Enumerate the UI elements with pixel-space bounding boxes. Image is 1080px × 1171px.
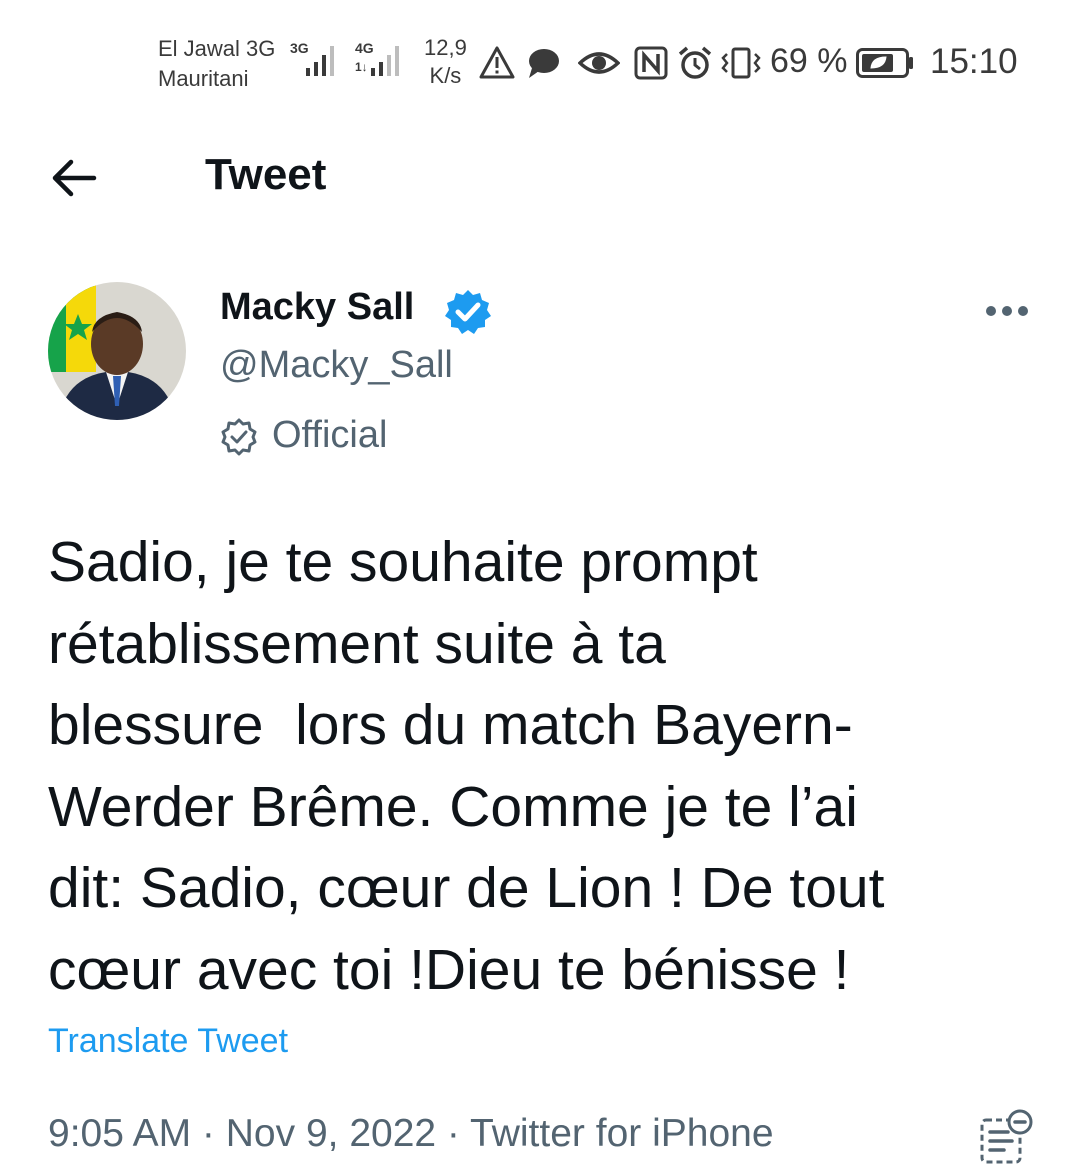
vibrate-icon <box>721 47 761 79</box>
official-label: Official <box>272 414 388 456</box>
tweet-time: 9:05 AM <box>48 1112 192 1155</box>
official-label-icon <box>221 418 257 456</box>
back-button[interactable] <box>44 150 104 206</box>
more-dots-icon <box>986 306 1028 316</box>
battery-percent: 69 % <box>770 42 848 80</box>
carrier-info: El Jawal 3G Mauritani <box>158 34 275 94</box>
tweet-date: Nov 9, 2022 <box>225 1112 437 1155</box>
nfc-icon <box>634 46 668 80</box>
eye-icon <box>578 52 620 74</box>
carrier-name: El Jawal 3G <box>158 36 276 61</box>
avatar-photo <box>48 282 186 420</box>
tweet-metadata: 9:05 AM · Nov 9, 2022 · Twitter for iPho… <box>48 1112 774 1156</box>
tweet-detail-screen: El Jawal 3G Mauritani 3G 4G 1↓ 12,9 K/s … <box>0 0 1080 1171</box>
arrow-left-icon <box>52 159 97 197</box>
more-options-button[interactable] <box>984 296 1030 326</box>
alarm-icon <box>678 46 712 79</box>
author-name[interactable]: Macky Sall <box>220 286 414 329</box>
avatar[interactable] <box>48 282 186 420</box>
battery-icon <box>856 48 913 78</box>
status-bar: El Jawal 3G Mauritani 3G 4G 1↓ 12,9 K/s … <box>0 0 1080 110</box>
chat-bubble-icon <box>529 49 559 78</box>
status-clock: 15:10 <box>930 42 1018 81</box>
signal-bars-icon <box>371 46 399 76</box>
page-title: Tweet <box>205 150 327 199</box>
top-app-bar: Tweet <box>0 130 1080 222</box>
tweet-source[interactable]: Twitter for iPhone <box>470 1112 773 1155</box>
author-handle[interactable]: @Macky_Sall <box>220 344 453 387</box>
data-activity-icon: 1↓ <box>355 60 368 74</box>
meta-separator: · <box>191 1112 226 1155</box>
tweet-text: Sadio, je te souhaite prompt rétablissem… <box>48 530 885 1002</box>
warning-icon <box>479 46 515 79</box>
view-analytics-button[interactable] <box>978 1108 1036 1166</box>
network-speed-unit: K/s <box>429 63 462 88</box>
verified-badge-icon <box>445 290 491 334</box>
translate-tweet-link[interactable]: Translate Tweet <box>48 1022 288 1061</box>
network-speed: 12,9 K/s <box>424 34 467 90</box>
analytics-icon <box>980 1109 1033 1164</box>
network-speed-value: 12,9 <box>424 35 467 60</box>
signal-bars-icon <box>306 46 334 76</box>
meta-separator: · <box>436 1112 471 1155</box>
carrier-country: Mauritani <box>158 66 249 91</box>
